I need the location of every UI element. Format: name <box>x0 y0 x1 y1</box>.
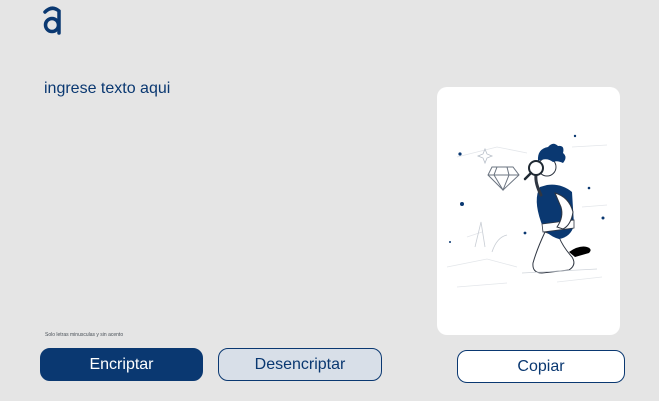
input-hint: Solo letras minusculas y sin acento <box>45 332 124 338</box>
alura-logo-icon <box>43 6 61 35</box>
output-panel <box>437 87 620 335</box>
person-magnifying-glass-illustration <box>446 134 608 288</box>
encrypt-button[interactable]: Encriptar <box>40 348 203 381</box>
copy-button[interactable]: Copiar <box>457 350 625 383</box>
decrypt-button[interactable]: Desencriptar <box>218 348 382 381</box>
text-input[interactable] <box>44 80 404 320</box>
